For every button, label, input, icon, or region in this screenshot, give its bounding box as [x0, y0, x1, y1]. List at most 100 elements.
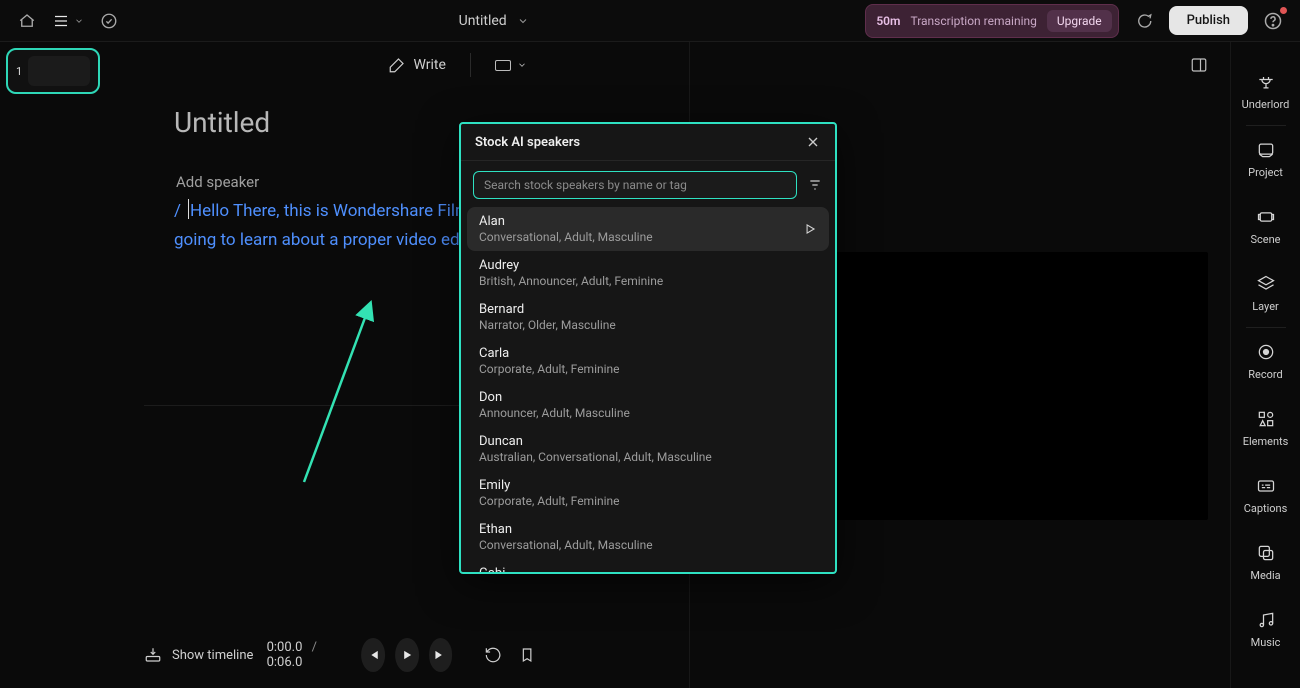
speaker-name: Ethan — [479, 522, 653, 537]
chevron-down-icon — [517, 60, 527, 70]
editor-toolbar: Write — [144, 42, 671, 88]
speaker-meta: AudreyBritish, Announcer, Adult, Feminin… — [479, 258, 663, 288]
toggle-sidepanel-button[interactable] — [1190, 56, 1208, 74]
speaker-item[interactable]: CarlaCorporate, Adult, Feminine — [467, 339, 829, 383]
chevron-down-icon[interactable] — [517, 15, 529, 27]
right-rail: Underlord Project Scene Layer Record Ele… — [1230, 42, 1300, 688]
rail-music[interactable]: Music — [1231, 596, 1300, 663]
topbar-right: 50m Transcription remaining Upgrade Publ… — [865, 4, 1286, 38]
topbar-left — [14, 8, 122, 34]
home-icon[interactable] — [14, 8, 40, 34]
aspect-ratio-button[interactable] — [495, 60, 527, 71]
modal-title: Stock AI speakers — [475, 135, 580, 150]
rail-label: Media — [1250, 569, 1280, 582]
elements-icon — [1256, 409, 1276, 429]
music-icon — [1256, 610, 1276, 630]
pencil-icon — [388, 56, 406, 74]
comment-icon[interactable] — [1131, 8, 1157, 34]
rail-layer[interactable]: Layer — [1231, 260, 1300, 327]
transport-controls: 0:00.0 / 0:06.0 — [267, 638, 537, 672]
speaker-tags: Conversational, Adult, Masculine — [479, 230, 653, 244]
speaker-item[interactable]: DuncanAustralian, Conversational, Adult,… — [467, 427, 829, 471]
scene-thumb-1[interactable]: 1 — [6, 48, 100, 94]
rail-label: Layer — [1252, 300, 1279, 313]
hamburger-icon — [52, 12, 70, 30]
total-time: 0:06.0 — [267, 655, 303, 670]
rail-label: Music — [1251, 636, 1281, 649]
speaker-tags: British, Announcer, Adult, Feminine — [479, 274, 663, 288]
speaker-item[interactable]: DonAnnouncer, Adult, Masculine — [467, 383, 829, 427]
menu-button[interactable] — [52, 12, 84, 30]
skip-forward-icon — [434, 648, 448, 662]
speaker-item[interactable]: AudreyBritish, Announcer, Adult, Feminin… — [467, 251, 829, 295]
speaker-item[interactable]: AlanConversational, Adult, Masculine — [467, 207, 829, 251]
chevron-down-icon — [74, 16, 84, 26]
filter-icon[interactable] — [807, 177, 823, 193]
speaker-tags: Narrator, Older, Masculine — [479, 318, 616, 332]
loop-icon[interactable] — [484, 646, 502, 664]
rail-project[interactable]: Project — [1231, 126, 1300, 193]
scene-thumb-rail: 1 — [0, 42, 114, 688]
topbar: Untitled 50m Transcription remaining Upg… — [0, 0, 1300, 42]
speaker-item[interactable]: BernardNarrator, Older, Masculine — [467, 295, 829, 339]
rail-elements[interactable]: Elements — [1231, 395, 1300, 462]
rail-underlord[interactable]: Underlord — [1231, 58, 1300, 125]
transcription-remaining[interactable]: 50m Transcription remaining Upgrade — [865, 4, 1118, 38]
speaker-item[interactable]: EmilyCorporate, Adult, Feminine — [467, 471, 829, 515]
scene-thumb-preview — [28, 56, 90, 86]
aspect-rect-icon — [495, 60, 511, 71]
speaker-item[interactable]: EthanConversational, Adult, Masculine — [467, 515, 829, 559]
speaker-name: Carla — [479, 346, 620, 361]
speaker-name: Duncan — [479, 434, 712, 449]
speaker-name: Emily — [479, 478, 620, 493]
upgrade-button[interactable]: Upgrade — [1047, 10, 1112, 32]
rail-label: Record — [1248, 368, 1282, 381]
help-icon[interactable] — [1260, 8, 1286, 34]
bottom-bar: Show timeline 0:00.0 / 0:06.0 — [144, 632, 659, 678]
speaker-name: Don — [479, 390, 630, 405]
rail-label: Project — [1248, 166, 1283, 179]
publish-button[interactable]: Publish — [1169, 6, 1248, 35]
rail-label: Captions — [1244, 502, 1288, 515]
bookmark-icon[interactable] — [518, 646, 536, 664]
timeline-icon — [144, 646, 162, 664]
speaker-tags: Corporate, Adult, Feminine — [479, 494, 620, 508]
speaker-search-input[interactable] — [473, 171, 797, 199]
speaker-meta: DonAnnouncer, Adult, Masculine — [479, 390, 630, 420]
rail-label: Elements — [1243, 435, 1289, 448]
speaker-name: Audrey — [479, 258, 663, 273]
speaker-item[interactable]: GabiPromotional, Adult, Feminine — [467, 559, 829, 572]
rail-scene[interactable]: Scene — [1231, 193, 1300, 260]
speaker-tags: Corporate, Adult, Feminine — [479, 362, 620, 376]
speaker-list[interactable]: AlanConversational, Adult, MasculineAudr… — [461, 207, 835, 572]
speaker-meta: BernardNarrator, Older, Masculine — [479, 302, 616, 332]
speaker-name: Alan — [479, 214, 653, 229]
speaker-tags: Australian, Conversational, Adult, Mascu… — [479, 450, 712, 464]
show-timeline-label: Show timeline — [172, 648, 253, 663]
rail-media[interactable]: Media — [1231, 529, 1300, 596]
write-label: Write — [414, 57, 446, 73]
skip-forward-button[interactable] — [429, 638, 453, 672]
close-icon[interactable] — [805, 134, 821, 150]
scene-thumb-index: 1 — [16, 65, 22, 78]
skip-back-icon — [366, 648, 380, 662]
transport-extra — [484, 646, 536, 664]
skip-back-button[interactable] — [361, 638, 385, 672]
show-timeline-button[interactable]: Show timeline — [144, 646, 253, 664]
rail-label: Underlord — [1242, 98, 1290, 111]
timecode-separator: / — [312, 640, 317, 655]
play-button[interactable] — [395, 638, 419, 672]
preview-play-icon[interactable] — [803, 222, 817, 236]
timecode: 0:00.0 / 0:06.0 — [267, 640, 334, 670]
rail-record[interactable]: Record — [1231, 328, 1300, 395]
speaker-tags: Conversational, Adult, Masculine — [479, 538, 653, 552]
document-title[interactable]: Untitled — [459, 13, 507, 29]
speaker-meta: DuncanAustralian, Conversational, Adult,… — [479, 434, 712, 464]
speaker-name: Bernard — [479, 302, 616, 317]
toolbar-divider — [470, 53, 471, 77]
modal-header: Stock AI speakers — [461, 124, 835, 161]
rail-captions[interactable]: Captions — [1231, 462, 1300, 529]
check-circle-icon[interactable] — [96, 8, 122, 34]
write-button[interactable]: Write — [388, 56, 446, 74]
transcription-text: Transcription remaining — [910, 14, 1036, 28]
